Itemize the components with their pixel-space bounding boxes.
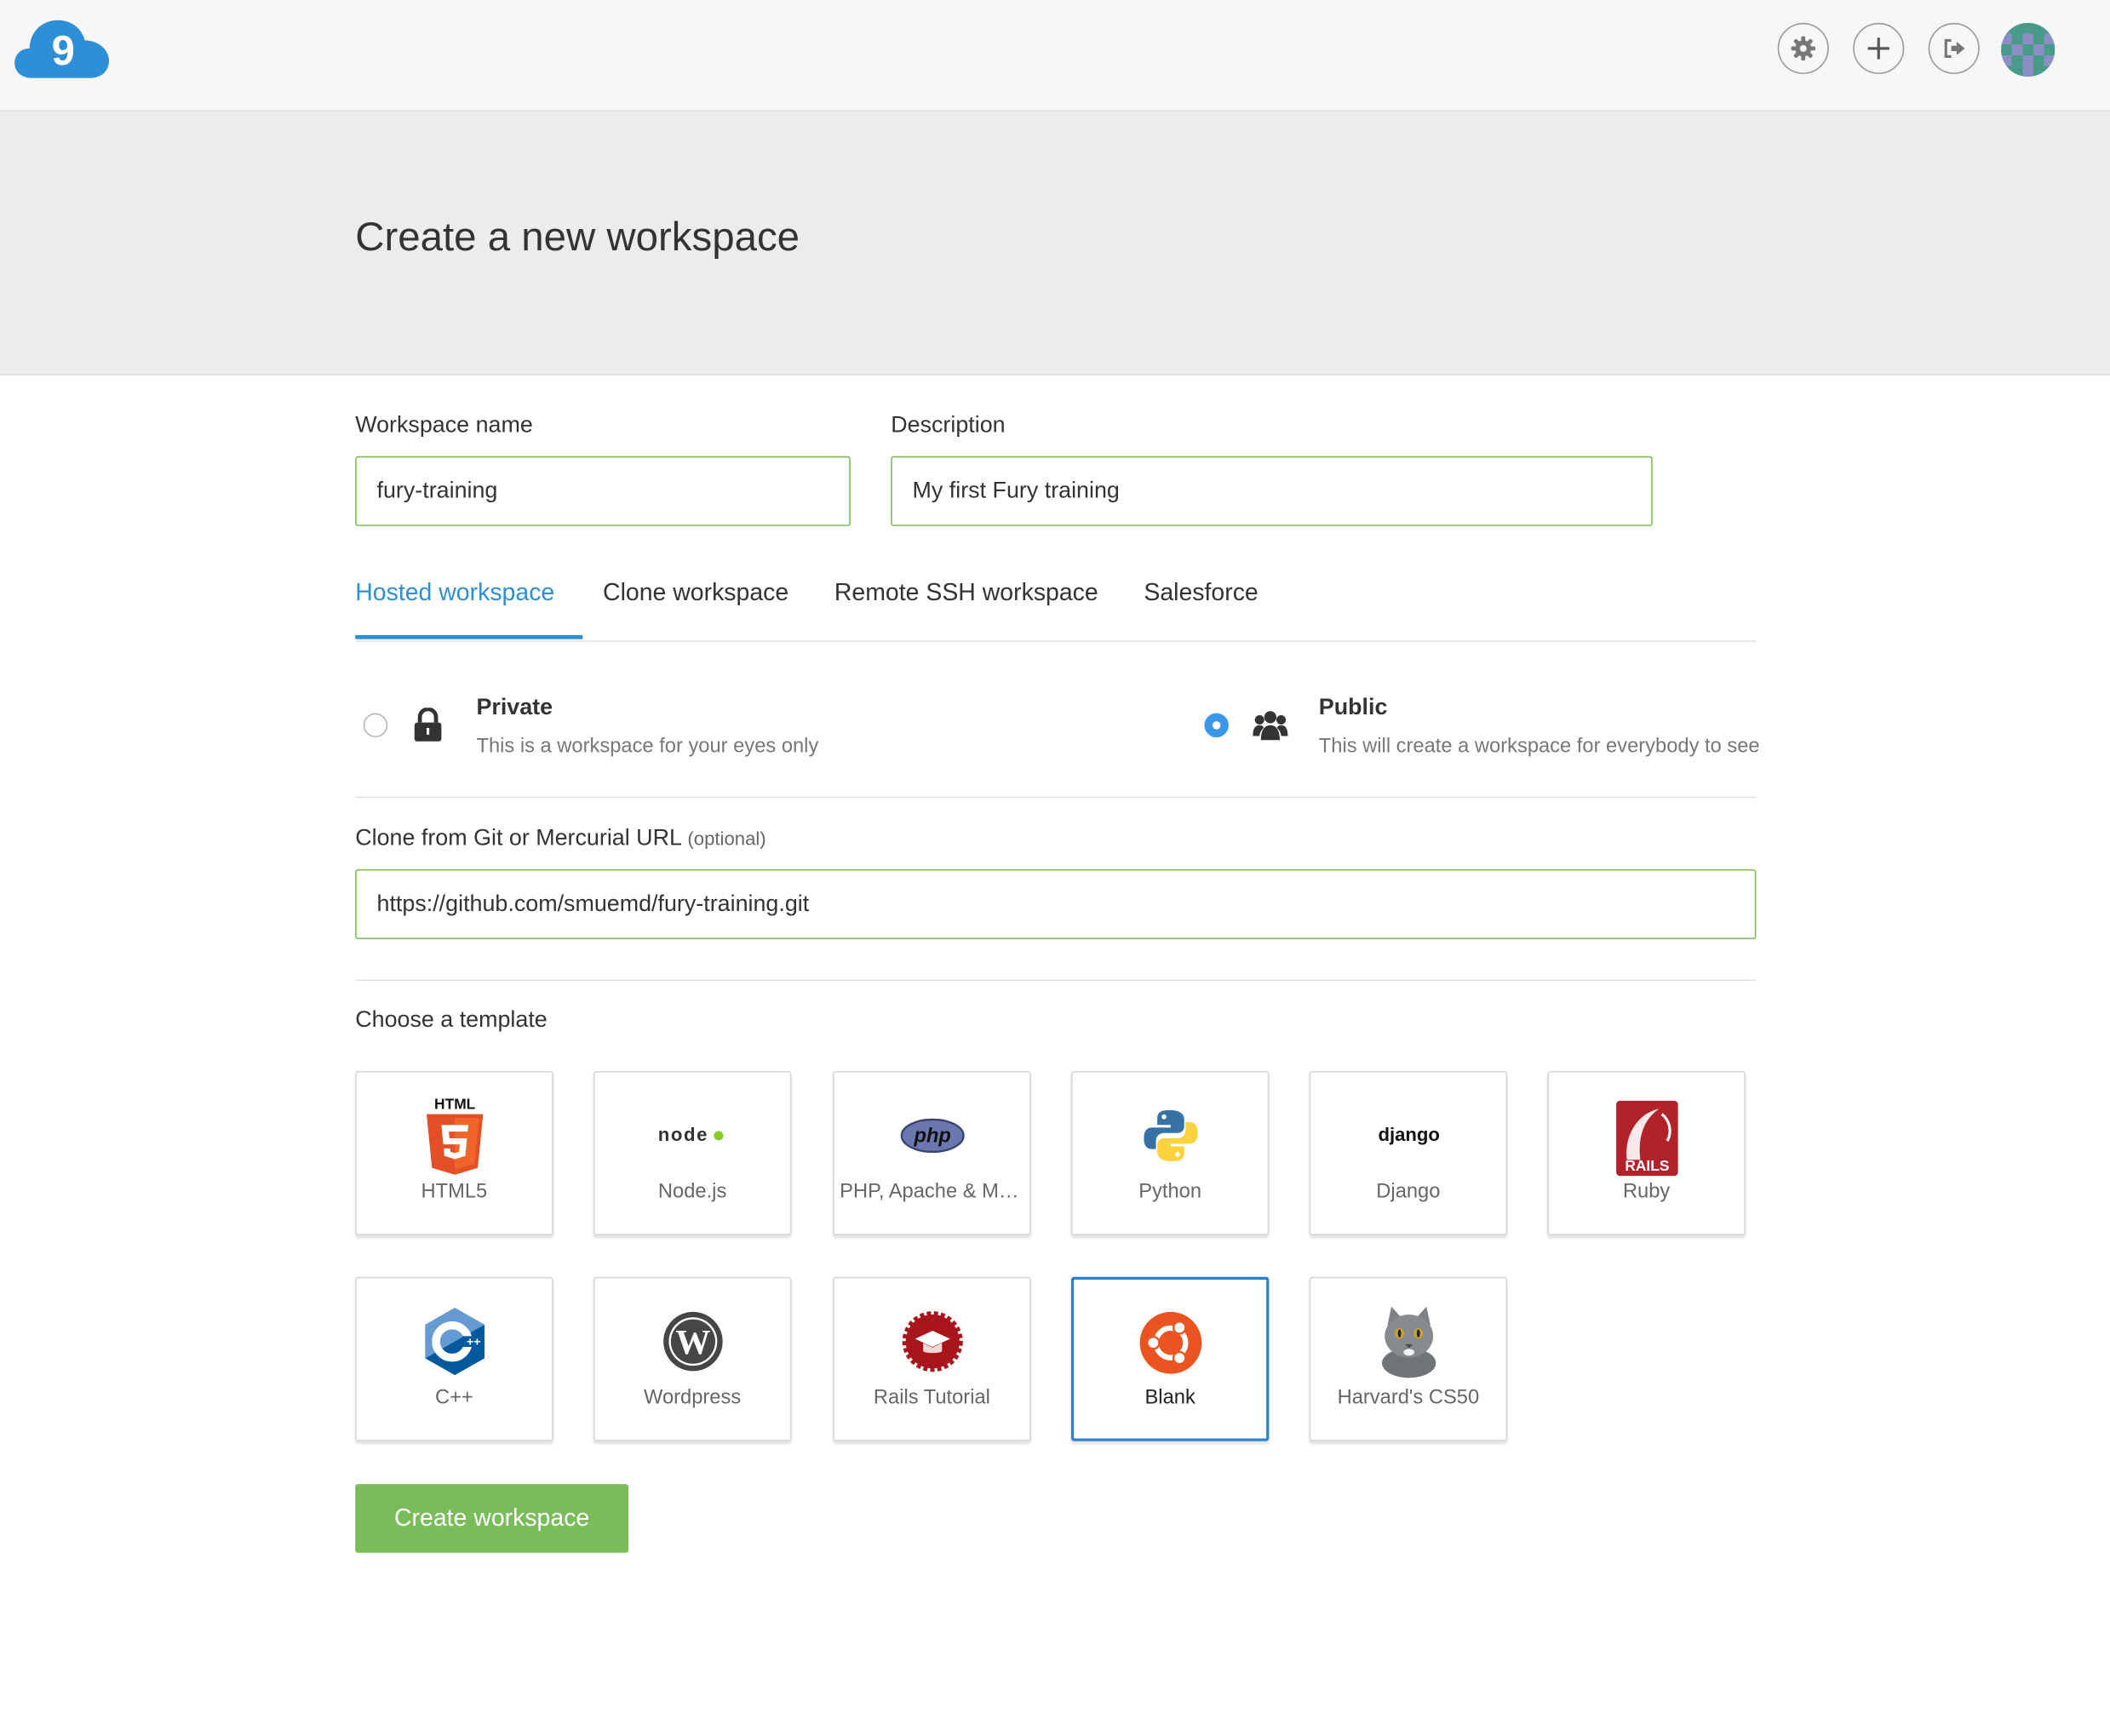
tab-hosted-workspace[interactable]: Hosted workspace (355, 579, 583, 639)
users-icon (1253, 711, 1288, 741)
public-radio[interactable] (1204, 713, 1229, 738)
template-label: Ruby (1622, 1180, 1671, 1203)
template-label: C++ (434, 1385, 473, 1409)
tab-clone-workspace[interactable]: Clone workspace (603, 579, 788, 639)
lock-icon (414, 708, 442, 742)
template-label: Blank (1144, 1385, 1195, 1409)
template-python[interactable]: Python (1070, 1070, 1270, 1235)
page-title: Create a new workspace (355, 215, 800, 261)
html5-icon: HTML (426, 1095, 483, 1175)
template-php[interactable]: php PHP, Apache & MySQL (833, 1070, 1031, 1235)
svg-text:django: django (1378, 1124, 1439, 1145)
rails-tutorial-icon (901, 1311, 962, 1372)
user-avatar[interactable] (2001, 22, 2056, 77)
svg-text:W: W (675, 1322, 710, 1361)
workspace-type-tabs: Hosted workspace Clone workspace Remote … (355, 579, 1757, 642)
cat-icon (1381, 1306, 1436, 1378)
template-blank[interactable]: Blank (1070, 1276, 1270, 1441)
template-django[interactable]: django Django (1309, 1070, 1508, 1235)
plus-icon (1867, 37, 1889, 60)
clone-url-label: Clone from Git or Mercurial URL (optiona… (355, 825, 765, 852)
public-description: This will create a workspace for everybo… (1318, 734, 1760, 758)
template-label: Harvard's CS50 (1337, 1385, 1480, 1409)
top-bar: 9 (0, 0, 2110, 112)
workspace-name-label: Workspace name (355, 411, 533, 438)
wordpress-icon: W (662, 1311, 722, 1372)
create-workspace-button[interactable]: Create workspace (355, 1484, 629, 1553)
gear-icon (1791, 36, 1815, 61)
tab-remote-ssh-workspace[interactable]: Remote SSH workspace (834, 579, 1098, 639)
tab-salesforce[interactable]: Salesforce (1144, 579, 1258, 639)
divider (355, 796, 1757, 799)
svg-text:php: php (913, 1126, 950, 1148)
private-description: This is a workspace for your eyes only (476, 734, 819, 758)
template-label: Wordpress (644, 1385, 742, 1409)
divider (355, 979, 1757, 982)
title-band (0, 112, 2110, 375)
template-label: HTML5 (421, 1180, 488, 1203)
django-icon: django (1378, 1124, 1439, 1145)
description-label: Description (891, 411, 1006, 438)
private-radio[interactable] (363, 713, 388, 738)
optional-hint: (optional) (687, 827, 766, 850)
avatar-image (2001, 22, 2056, 77)
new-workspace-button[interactable] (1853, 22, 1905, 74)
clone-url-label-text: Clone from Git or Mercurial URL (355, 824, 681, 851)
cpp-icon: ++ (424, 1308, 484, 1376)
svg-text:RAILS: RAILS (1625, 1157, 1669, 1174)
template-nodejs[interactable]: node Node.js (593, 1070, 792, 1235)
template-label: Rails Tutorial (873, 1385, 990, 1409)
template-wordpress[interactable]: W Wordpress (593, 1276, 792, 1441)
sign-out-button[interactable] (1928, 22, 1980, 74)
template-label: Python (1138, 1180, 1202, 1203)
sign-out-icon (1944, 38, 1965, 58)
rails-icon: RAILS (1615, 1100, 1677, 1177)
logo-text: 9 (52, 28, 75, 74)
svg-text:node: node (657, 1124, 708, 1145)
app-root: 9 Create a new workspace Workspace name … (0, 0, 2110, 1736)
php-icon: php (899, 1118, 964, 1154)
nodejs-icon: node (657, 1124, 723, 1145)
template-ruby[interactable]: RAILS Ruby (1547, 1070, 1746, 1235)
template-heading: Choose a template (355, 1006, 548, 1033)
template-label: Django (1376, 1180, 1441, 1203)
cloud9-logo-icon[interactable]: 9 (14, 16, 111, 81)
public-title: Public (1318, 694, 1388, 720)
template-rails-tutorial[interactable]: Rails Tutorial (833, 1276, 1031, 1441)
template-html5[interactable]: HTML HTML5 (355, 1070, 553, 1235)
private-title: Private (476, 694, 553, 720)
clone-url-input[interactable] (355, 868, 1757, 940)
ubuntu-icon (1138, 1311, 1201, 1374)
template-harvard-cs50[interactable]: Harvard's CS50 (1309, 1276, 1508, 1441)
description-input[interactable] (891, 455, 1653, 526)
svg-text:HTML: HTML (433, 1095, 475, 1112)
template-cpp[interactable]: ++ C++ (355, 1276, 553, 1441)
svg-text:++: ++ (466, 1335, 480, 1349)
template-label: PHP, Apache & MySQL (840, 1180, 1024, 1203)
template-label: Node.js (657, 1180, 727, 1203)
python-icon (1143, 1109, 1197, 1161)
settings-button[interactable] (1777, 22, 1829, 74)
workspace-name-input[interactable] (355, 455, 851, 526)
